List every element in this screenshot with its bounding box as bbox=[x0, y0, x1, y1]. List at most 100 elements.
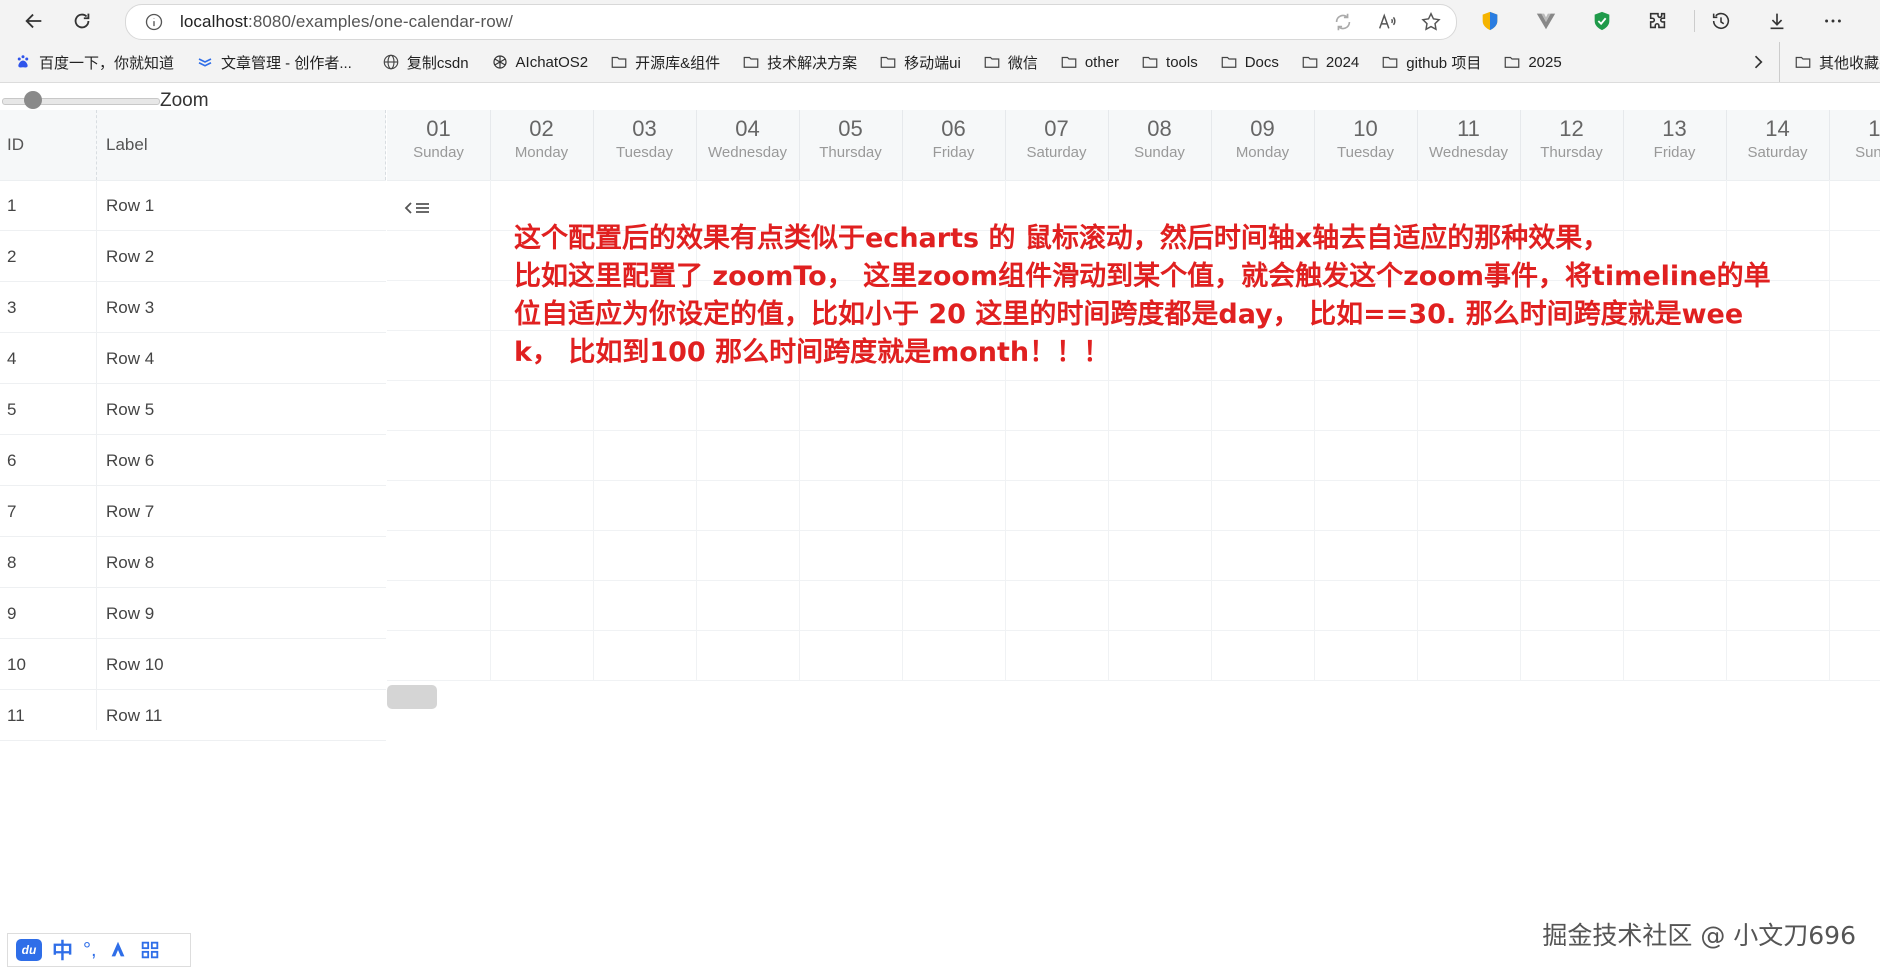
bookmark-folder[interactable]: tools bbox=[1141, 53, 1198, 71]
grid-body: 1 Row 1 2 Row 2 3 Row 3 4 Row 4 5 Row 5 6 Row 6 7 Row… bbox=[0, 180, 386, 741]
history-button[interactable] bbox=[1701, 3, 1741, 39]
day-name: Thursday bbox=[1540, 144, 1603, 161]
read-aloud-icon[interactable] bbox=[1376, 11, 1398, 33]
day-name: Saturday bbox=[1026, 144, 1087, 161]
column-resizer[interactable] bbox=[96, 110, 97, 180]
table-row[interactable]: 4 Row 4 bbox=[0, 333, 386, 384]
folder-icon bbox=[880, 56, 896, 68]
bookmark-folder[interactable]: 移动端ui bbox=[879, 52, 961, 73]
day-name: Saturday bbox=[1747, 144, 1808, 161]
row-id-cell: 9 bbox=[7, 604, 17, 623]
bookmark-item[interactable]: 文章管理 - 创作者... bbox=[196, 52, 352, 73]
horizontal-scrollbar-thumb[interactable] bbox=[387, 685, 437, 709]
day-name: Tuesday bbox=[616, 144, 673, 161]
bookmark-item[interactable]: 百度一下，你就知道 bbox=[14, 52, 174, 73]
table-row[interactable]: 8 Row 8 bbox=[0, 537, 386, 588]
folder-icon bbox=[743, 56, 759, 68]
gantt-view: ID Label 01 Sunday 02 Monday 03 Tuesday 04 Wedn… bbox=[0, 110, 1880, 741]
day-number: 14 bbox=[1765, 116, 1790, 141]
ime-language-toggle[interactable]: 中 bbox=[52, 935, 73, 965]
bookmark-label: 百度一下，你就知道 bbox=[39, 54, 175, 72]
column-header-label[interactable]: Label bbox=[106, 135, 148, 155]
more-menu-button[interactable] bbox=[1813, 3, 1853, 39]
bookmark-folder[interactable]: github 项目 bbox=[1381, 52, 1481, 73]
day-name: Tuesday bbox=[1337, 144, 1394, 161]
row-label-cell: Row 8 bbox=[106, 553, 155, 572]
bookmark-label: 2025 bbox=[1528, 53, 1562, 71]
extension-vue-devtools[interactable] bbox=[1526, 3, 1566, 39]
bookmark-folder[interactable]: 2025 bbox=[1503, 53, 1562, 71]
row-id-cell: 8 bbox=[7, 553, 17, 572]
day-number: 12 bbox=[1559, 116, 1584, 141]
folder-icon bbox=[984, 56, 1000, 68]
favorite-star-icon[interactable] bbox=[1420, 11, 1442, 33]
day-name: Sunday bbox=[1134, 144, 1185, 161]
table-row[interactable]: 1 Row 1 bbox=[0, 180, 386, 231]
back-button[interactable] bbox=[14, 3, 54, 39]
reload-button[interactable] bbox=[62, 3, 102, 39]
bookmark-label: 移动端ui bbox=[904, 54, 961, 72]
annotation-line: 位自适应为你设定的值，比如小于 20 这里的时间跨度都是day， 比如==30.… bbox=[514, 299, 1744, 330]
day-column-header: 03 Tuesday bbox=[593, 110, 697, 180]
row-label-cell: Row 3 bbox=[106, 298, 155, 317]
ime-punctuation-toggle[interactable]: °, bbox=[83, 939, 97, 962]
day-number: 01 bbox=[426, 116, 451, 141]
url-host: localhost bbox=[180, 12, 248, 31]
timeline-day-cell[interactable] bbox=[387, 180, 491, 680]
translate-icon[interactable] bbox=[1332, 11, 1354, 33]
bookmark-item[interactable]: AIchatOS2 bbox=[491, 53, 588, 71]
day-number: 05 bbox=[838, 116, 863, 141]
bookmark-item[interactable]: 复制csdn bbox=[382, 52, 469, 73]
folder-icon bbox=[1795, 56, 1811, 68]
history-icon bbox=[1712, 12, 1730, 30]
table-row[interactable]: 2 Row 2 bbox=[0, 231, 386, 282]
address-bar[interactable]: localhost:8080/examples/one-calendar-row… bbox=[125, 4, 1457, 40]
ime-skin-icon[interactable] bbox=[107, 939, 129, 961]
ime-grid-icon[interactable] bbox=[139, 939, 161, 961]
baidu-ime-logo-icon[interactable]: du bbox=[16, 939, 42, 961]
table-row[interactable]: 5 Row 5 bbox=[0, 384, 386, 435]
bookmark-folder[interactable]: 开源库&组件 bbox=[610, 52, 720, 73]
bookmark-folder[interactable]: 2024 bbox=[1301, 53, 1359, 71]
bookmark-folder[interactable]: other bbox=[1060, 53, 1119, 71]
more-dots-icon bbox=[1825, 19, 1841, 23]
table-row[interactable]: 10 Row 10 bbox=[0, 639, 386, 690]
day-number: 03 bbox=[632, 116, 657, 141]
bookmark-folder[interactable]: 技术解决方案 bbox=[742, 52, 857, 73]
other-bookmarks-folder[interactable]: 其他收藏夹 bbox=[1779, 42, 1880, 82]
collapse-grid-icon[interactable] bbox=[402, 198, 434, 218]
day-column-header: 10 Tuesday bbox=[1314, 110, 1418, 180]
folder-icon bbox=[1302, 56, 1318, 68]
info-icon[interactable] bbox=[144, 12, 164, 32]
reload-icon bbox=[74, 13, 90, 29]
chevron-right-icon[interactable] bbox=[1748, 52, 1768, 72]
day-number: 15 bbox=[1868, 116, 1880, 141]
table-row[interactable]: 9 Row 9 bbox=[0, 588, 386, 639]
globe-icon bbox=[383, 54, 399, 70]
day-column-header: 02 Monday bbox=[490, 110, 594, 180]
table-row[interactable]: 7 Row 7 bbox=[0, 486, 386, 537]
url-text[interactable]: localhost:8080/examples/one-calendar-row… bbox=[180, 12, 513, 32]
bookmark-folder[interactable]: Docs bbox=[1220, 53, 1279, 71]
extension-adblock[interactable] bbox=[1582, 3, 1622, 39]
grid-splitter[interactable] bbox=[385, 110, 386, 180]
column-header-id[interactable]: ID bbox=[7, 135, 24, 155]
extensions-button[interactable] bbox=[1638, 3, 1678, 39]
bookmark-label: 技术解决方案 bbox=[767, 54, 858, 72]
bookmark-label: 文章管理 - 创作者... bbox=[221, 54, 352, 72]
downloads-button[interactable] bbox=[1757, 3, 1797, 39]
row-id-cell: 3 bbox=[7, 298, 17, 317]
zoom-slider-thumb[interactable] bbox=[24, 91, 43, 109]
table-row[interactable]: 11 Row 11 bbox=[0, 690, 386, 741]
puzzle-icon bbox=[1649, 12, 1666, 29]
bookmark-folder[interactable]: 微信 bbox=[983, 52, 1038, 73]
day-column-header: 06 Friday bbox=[902, 110, 1006, 180]
table-row[interactable]: 6 Row 6 bbox=[0, 435, 386, 486]
day-name: Thursday bbox=[819, 144, 882, 161]
grid-header: ID Label bbox=[0, 110, 386, 181]
folder-icon bbox=[1142, 56, 1158, 68]
day-number: 07 bbox=[1044, 116, 1069, 141]
table-row[interactable]: 3 Row 3 bbox=[0, 282, 386, 333]
extension-shield-colored[interactable] bbox=[1470, 3, 1510, 39]
extensions-area bbox=[1470, 0, 1869, 42]
